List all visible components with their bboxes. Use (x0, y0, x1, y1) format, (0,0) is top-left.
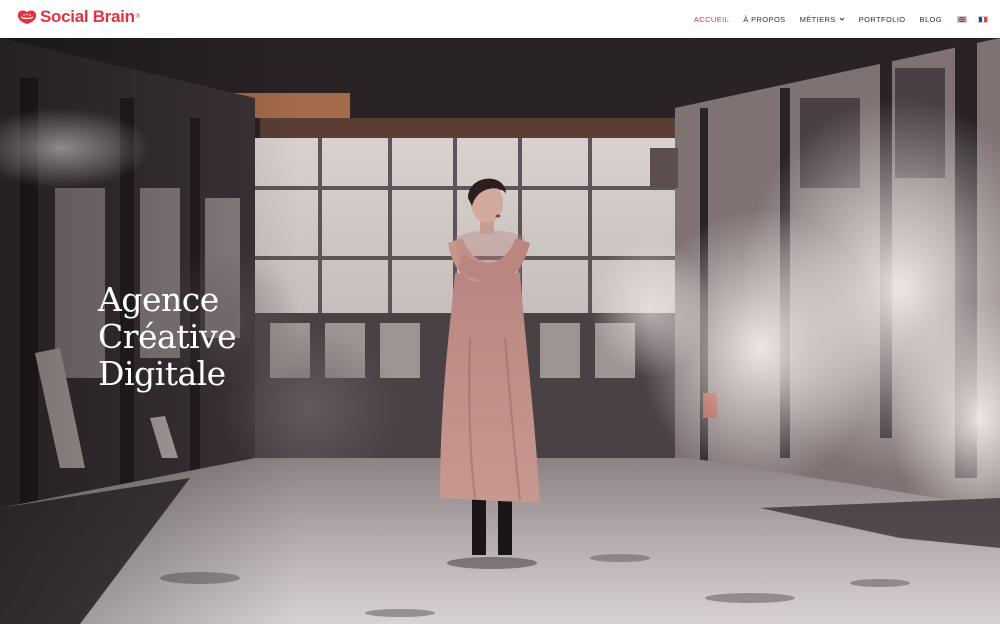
nav-item-accueil[interactable]: ACCUEIL (694, 15, 729, 24)
nav-item-metiers[interactable]: MÉTIERS (800, 15, 845, 24)
nav-item-metiers-label: MÉTIERS (799, 14, 836, 24)
registered-mark: ® (135, 14, 141, 20)
hero-title-line-1: Agence (98, 280, 219, 319)
site-header: Social Brain ® ACCUEIL À PROPOS MÉTIERS … (0, 0, 1000, 38)
nav-item-blog[interactable]: BLOG (920, 15, 942, 24)
main-nav: ACCUEIL À PROPOS MÉTIERS PORTFOLIO BLOG (680, 0, 988, 38)
hero-title: Agence Créative Digitale (98, 280, 237, 393)
hero-title-line-2: Créative (98, 317, 237, 356)
nav-item-a-propos[interactable]: À PROPOS (743, 15, 785, 24)
chevron-down-icon (839, 17, 845, 21)
hero-title-line-3: Digitale (98, 354, 226, 393)
brain-lips-logo-icon (17, 10, 37, 24)
france-flag-icon[interactable] (978, 15, 988, 23)
brand-name: Social Brain (40, 7, 135, 26)
logo[interactable]: Social Brain ® (17, 8, 140, 26)
nav-item-portfolio[interactable]: PORTFOLIO (859, 15, 906, 24)
hero-banner: Agence Créative Digitale (0, 38, 1000, 624)
uk-flag-icon[interactable] (957, 15, 967, 23)
